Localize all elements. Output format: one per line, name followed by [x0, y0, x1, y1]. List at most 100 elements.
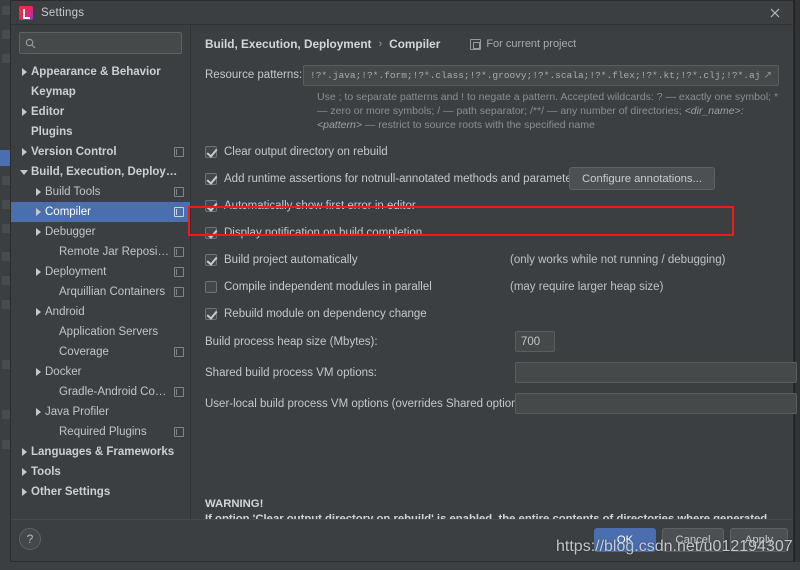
- sidebar-item-java-profiler[interactable]: Java Profiler: [11, 402, 190, 422]
- chevron-right-icon[interactable]: [31, 188, 45, 196]
- sidebar-item-label: Compiler: [45, 206, 92, 218]
- cancel-button[interactable]: Cancel: [662, 528, 724, 552]
- resource-patterns-row: Resource patterns: !?*.java;!?*.form;!?*…: [205, 65, 779, 86]
- search-input[interactable]: [39, 34, 181, 52]
- checkbox-display-notification-on-build-completion[interactable]: [205, 226, 217, 239]
- sidebar-item-label: Debugger: [45, 226, 96, 238]
- sidebar-item-other-settings[interactable]: Other Settings: [11, 482, 190, 502]
- input-shared-build-process-vm-options[interactable]: [515, 362, 797, 383]
- settings-main-panel: Build, Execution, Deployment › Compiler …: [191, 25, 797, 540]
- ok-button[interactable]: OK: [594, 528, 656, 552]
- chevron-right-icon[interactable]: [17, 68, 31, 76]
- option-row-automatically-show-first-error-in-editor: Automatically show first error in editor: [205, 196, 779, 215]
- sidebar-item-docker[interactable]: Docker: [11, 362, 190, 382]
- chevron-right-icon[interactable]: [31, 368, 45, 376]
- sidebar-item-deployment[interactable]: Deployment: [11, 262, 190, 282]
- sidebar-item-build-tools[interactable]: Build Tools: [11, 182, 190, 202]
- chevron-right-icon[interactable]: [31, 208, 45, 216]
- chevron-right-icon[interactable]: [31, 268, 45, 276]
- chevron-right-icon[interactable]: [17, 148, 31, 156]
- chevron-right-icon[interactable]: [17, 108, 31, 116]
- sidebar-item-debugger[interactable]: Debugger: [11, 222, 190, 242]
- settings-sidebar: Appearance & Behavior Keymap Editor Plugins…: [11, 25, 191, 519]
- checkbox-automatically-show-first-error-in-editor[interactable]: [205, 199, 217, 212]
- resource-patterns-input[interactable]: !?*.java;!?*.form;!?*.class;!?*.groovy;!…: [303, 65, 779, 86]
- sidebar-item-remote-jar-repositories[interactable]: Remote Jar Repositories: [11, 242, 190, 262]
- search-icon: [25, 38, 36, 49]
- ide-background-right-strip: [794, 0, 800, 570]
- sidebar-item-editor[interactable]: Editor: [11, 102, 190, 122]
- checkbox-rebuild-module-on-dependency-change[interactable]: [205, 307, 217, 320]
- checkbox-label[interactable]: Display notification on build completion: [224, 227, 422, 239]
- checkbox-label[interactable]: Build project automatically: [224, 254, 358, 266]
- resource-patterns-label: Resource patterns:: [205, 69, 303, 81]
- sidebar-item-required-plugins[interactable]: Required Plugins: [11, 422, 190, 442]
- sidebar-item-gradle-android-compiler[interactable]: Gradle-Android Compiler: [11, 382, 190, 402]
- sidebar-item-coverage[interactable]: Coverage: [11, 342, 190, 362]
- apply-button[interactable]: Apply: [730, 528, 788, 552]
- project-icon: [470, 38, 482, 50]
- checkbox-label[interactable]: Clear output directory on rebuild: [224, 146, 388, 158]
- sidebar-item-plugins[interactable]: Plugins: [11, 122, 190, 142]
- close-icon[interactable]: [767, 5, 783, 21]
- sidebar-item-compiler[interactable]: Compiler: [11, 202, 190, 222]
- help-button[interactable]: ?: [19, 528, 41, 550]
- project-scope-icon: [174, 347, 184, 357]
- field-label: User-local build process VM options (ove…: [205, 397, 531, 410]
- compiler-options-list: Clear output directory on rebuild Add run…: [205, 142, 779, 323]
- configure-annotations-button[interactable]: Configure annotations...: [569, 167, 715, 190]
- project-scope-icon: [174, 207, 184, 217]
- option-note: (only works while not running / debuggin…: [510, 253, 726, 266]
- option-row-display-notification-on-build-completion: Display notification on build completion: [205, 223, 779, 242]
- breadcrumb-parent[interactable]: Build, Execution, Deployment: [205, 37, 372, 51]
- chevron-right-icon[interactable]: [31, 408, 45, 416]
- build-process-fields: Build process heap size (Mbytes): Shared …: [205, 331, 797, 414]
- search-box[interactable]: [19, 32, 182, 54]
- project-scope-icon: [174, 267, 184, 277]
- sidebar-item-android[interactable]: Android: [11, 302, 190, 322]
- option-row-compile-independent-modules-in-parallel: Compile independent modules in parallel (…: [205, 277, 779, 296]
- sidebar-item-label: Build, Execution, Deployment: [31, 166, 184, 178]
- expand-icon[interactable]: ↗: [760, 70, 772, 81]
- sidebar-item-appearance-behavior[interactable]: Appearance & Behavior: [11, 62, 190, 82]
- sidebar-item-languages-frameworks[interactable]: Languages & Frameworks: [11, 442, 190, 462]
- sidebar-item-label: Docker: [45, 366, 82, 378]
- sidebar-item-arquillian-containers[interactable]: Arquillian Containers: [11, 282, 190, 302]
- chevron-right-icon[interactable]: [17, 448, 31, 456]
- chevron-right-icon[interactable]: [31, 308, 45, 316]
- checkbox-label[interactable]: Compile independent modules in parallel: [224, 281, 432, 293]
- breadcrumb-separator: ›: [378, 38, 383, 50]
- intellij-idea-logo-icon: [19, 5, 33, 20]
- field-label: Shared build process VM options:: [205, 366, 377, 379]
- checkbox-add-runtime-assertions-for-notnull-annotated-methods-and-parameters[interactable]: [205, 172, 217, 185]
- sidebar-item-label: Version Control: [31, 146, 117, 158]
- sidebar-item-build-execution-deployment[interactable]: Build, Execution, Deployment: [11, 162, 190, 182]
- sidebar-item-tools[interactable]: Tools: [11, 462, 190, 482]
- ide-background-bottom-strip: [0, 562, 800, 570]
- chevron-down-icon[interactable]: [17, 169, 31, 175]
- project-scope-icon: [174, 427, 184, 437]
- input-build-process-heap-size-mbytes[interactable]: [515, 331, 555, 352]
- chevron-right-icon[interactable]: [17, 468, 31, 476]
- breadcrumb: Build, Execution, Deployment › Compiler …: [205, 35, 779, 53]
- chevron-right-icon[interactable]: [17, 488, 31, 496]
- sidebar-item-label: Build Tools: [45, 186, 101, 198]
- sidebar-item-keymap[interactable]: Keymap: [11, 82, 190, 102]
- project-scope-icon: [174, 247, 184, 257]
- input-user-local-build-process-vm-options-overrides-shared-options[interactable]: [515, 393, 797, 414]
- checkbox-label[interactable]: Rebuild module on dependency change: [224, 308, 427, 320]
- sidebar-item-label: Java Profiler: [45, 406, 109, 418]
- checkbox-build-project-automatically[interactable]: [205, 253, 217, 266]
- checkbox-clear-output-directory-on-rebuild[interactable]: [205, 145, 217, 158]
- sidebar-item-label: Keymap: [31, 86, 76, 98]
- sidebar-item-label: Tools: [31, 466, 61, 478]
- checkbox-compile-independent-modules-in-parallel[interactable]: [205, 280, 217, 293]
- sidebar-item-version-control[interactable]: Version Control: [11, 142, 190, 162]
- sidebar-item-application-servers[interactable]: Application Servers: [11, 322, 190, 342]
- option-note: (may require larger heap size): [510, 280, 664, 293]
- checkbox-label[interactable]: Add runtime assertions for notnull-annot…: [224, 173, 581, 185]
- sidebar-item-label: Application Servers: [59, 326, 159, 338]
- option-row-add-runtime-assertions-for-notnull-annotated-methods-and-parameters: Add runtime assertions for notnull-annot…: [205, 167, 779, 190]
- chevron-right-icon[interactable]: [31, 228, 45, 236]
- checkbox-label[interactable]: Automatically show first error in editor: [224, 200, 416, 212]
